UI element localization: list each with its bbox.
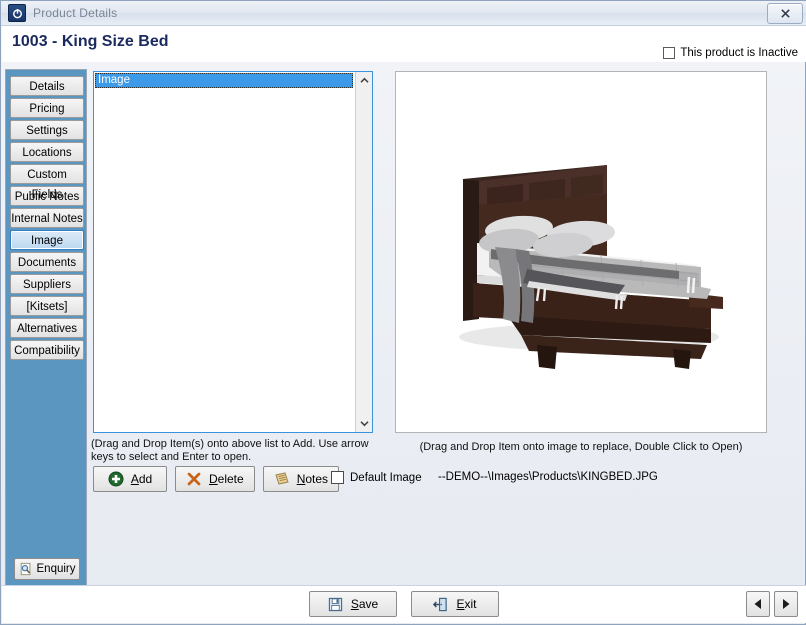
page-title: 1003 - King Size Bed xyxy=(12,33,169,50)
default-image-label: Default Image xyxy=(350,471,422,484)
sidebar-item-settings[interactable]: Settings xyxy=(10,120,84,140)
inactive-label: This product is Inactive xyxy=(680,47,798,59)
next-record-button[interactable] xyxy=(774,591,798,617)
power-icon xyxy=(8,4,26,22)
sidebar-item-public-notes[interactable]: Public Notes xyxy=(10,186,84,206)
list-action-buttons: Add Delete Notes xyxy=(93,466,340,492)
save-label: Save xyxy=(350,597,379,611)
delete-label: Delete xyxy=(209,472,244,486)
sidebar-item-image[interactable]: Image xyxy=(10,230,84,250)
product-details-window: Product Details 1003 - King Size Bed Thi… xyxy=(0,0,806,625)
enquiry-button[interactable]: Enquiry xyxy=(14,558,80,580)
sidebar-item-alternatives[interactable]: Alternatives xyxy=(10,318,84,338)
sidebar-item-suppliers[interactable]: Suppliers xyxy=(10,274,84,294)
x-mark-icon xyxy=(187,472,201,486)
footer-bar: Save Exit xyxy=(2,585,806,623)
inactive-checkbox[interactable] xyxy=(663,47,676,59)
floppy-disk-icon xyxy=(328,597,342,611)
chevron-up-icon xyxy=(360,77,369,83)
chevron-down-icon xyxy=(360,421,369,427)
list-item[interactable]: Image xyxy=(95,73,353,88)
header-bar: 1003 - King Size Bed This product is Ina… xyxy=(2,26,806,62)
close-icon xyxy=(780,9,790,18)
notes-button[interactable]: Notes xyxy=(262,466,340,492)
default-image-checkbox-group[interactable]: Default Image xyxy=(331,471,422,484)
list-scrollbar[interactable] xyxy=(355,72,372,432)
record-navigation xyxy=(746,591,798,617)
title-bar: Product Details xyxy=(1,1,806,26)
sidebar-item-kitsets[interactable]: [Kitsets] xyxy=(10,296,84,316)
notes-label: Notes xyxy=(296,472,329,486)
window-title: Product Details xyxy=(33,6,118,20)
notepad-icon xyxy=(275,472,289,485)
magnifier-page-icon xyxy=(20,562,30,576)
footer-buttons: Save Exit xyxy=(2,591,806,617)
delete-button[interactable]: Delete xyxy=(175,466,255,492)
plus-circle-icon xyxy=(108,471,124,487)
sidebar-item-locations[interactable]: Locations xyxy=(10,142,84,162)
tab-list: Details Pricing Settings Locations Custo… xyxy=(6,74,88,362)
triangle-left-icon xyxy=(754,599,761,609)
exit-label: Exit xyxy=(456,597,477,611)
default-image-checkbox[interactable] xyxy=(331,471,344,484)
sidebar-item-pricing[interactable]: Pricing xyxy=(10,98,84,118)
list-hint-text: (Drag and Drop Item(s) onto above list t… xyxy=(91,438,369,463)
triangle-right-icon xyxy=(783,599,790,609)
image-file-path: --DEMO--\Images\Products\KINGBED.JPG xyxy=(438,471,658,483)
inactive-checkbox-group[interactable]: This product is Inactive xyxy=(663,47,798,59)
add-label: Add xyxy=(130,472,153,486)
add-button[interactable]: Add xyxy=(93,466,167,492)
scroll-down-button[interactable] xyxy=(356,415,373,432)
enquiry-label: Enquiry xyxy=(36,563,76,575)
tab-rail: Details Pricing Settings Locations Custo… xyxy=(5,69,87,589)
exit-door-icon xyxy=(433,597,448,611)
product-image-panel[interactable] xyxy=(395,71,767,433)
sidebar-item-internal-notes[interactable]: Internal Notes xyxy=(10,208,84,228)
sidebar-item-documents[interactable]: Documents xyxy=(10,252,84,272)
image-hint-text: (Drag and Drop Item onto image to replac… xyxy=(419,441,743,453)
image-list-box[interactable]: Image xyxy=(93,71,373,433)
sidebar-item-compatibility[interactable]: Compatibility xyxy=(10,340,84,360)
scroll-up-button[interactable] xyxy=(356,72,373,89)
save-button[interactable]: Save xyxy=(309,591,397,617)
close-button[interactable] xyxy=(767,3,803,24)
exit-button[interactable]: Exit xyxy=(411,591,499,617)
previous-record-button[interactable] xyxy=(746,591,770,617)
sidebar-item-custom-fields[interactable]: Custom Fields xyxy=(10,164,84,201)
sidebar-item-details[interactable]: Details xyxy=(10,76,84,96)
product-image xyxy=(411,87,751,417)
